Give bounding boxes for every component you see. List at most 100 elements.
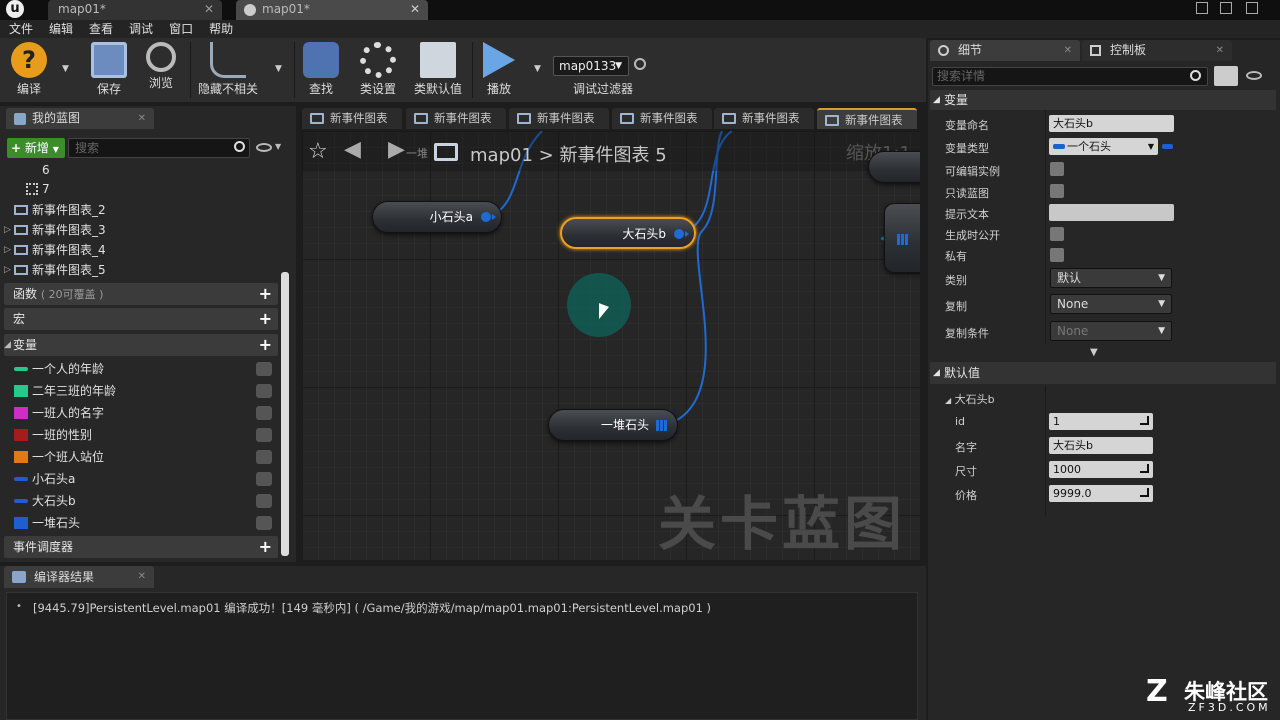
window-tab-1[interactable]: map01* ✕ xyxy=(48,0,222,20)
menu-file[interactable]: 文件 xyxy=(0,20,40,38)
graph-tab[interactable]: 新事件图表 xyxy=(612,108,712,129)
class-defaults-button[interactable]: 类默认值 xyxy=(410,40,466,100)
compiler-results-tab[interactable]: 编译器结果 ✕ xyxy=(4,566,154,588)
output-pin[interactable] xyxy=(481,212,496,222)
add-dispatcher-icon[interactable]: + xyxy=(259,536,272,558)
resize-handle-icon[interactable] xyxy=(1140,488,1149,497)
visibility-eye-icon[interactable] xyxy=(256,428,272,442)
menu-edit[interactable]: 编辑 xyxy=(40,20,80,38)
graph-tab[interactable]: 新事件图表 xyxy=(714,108,814,129)
tree-item[interactable]: 6 xyxy=(0,161,280,179)
var-type-select[interactable]: 一个石头 ▼ xyxy=(1049,138,1158,155)
save-button[interactable]: 保存 xyxy=(86,40,132,100)
output-pin[interactable] xyxy=(674,229,689,239)
menu-view[interactable]: 查看 xyxy=(80,20,120,38)
resize-handle-icon[interactable] xyxy=(1140,464,1149,473)
visibility-eye-icon[interactable] xyxy=(256,472,272,486)
play-options-dropdown[interactable]: ▼ xyxy=(534,64,541,74)
rep-cond-select[interactable]: None xyxy=(1050,321,1172,341)
variable-item[interactable]: 一个人的年龄 xyxy=(0,359,280,379)
compile-button[interactable]: ? 编译 xyxy=(4,40,54,100)
minimize-button[interactable] xyxy=(1196,2,1208,14)
visibility-eye-icon[interactable] xyxy=(256,516,272,530)
menu-help[interactable]: 帮助 xyxy=(200,20,240,38)
visibility-eye-icon[interactable] xyxy=(256,406,272,420)
debug-search-icon[interactable] xyxy=(634,58,646,70)
partial-node[interactable] xyxy=(884,203,920,273)
close-icon[interactable]: ✕ xyxy=(1216,40,1224,61)
graph-tab[interactable]: 新事件图表 xyxy=(302,108,402,129)
category-select[interactable]: 默认 xyxy=(1050,268,1172,288)
palette-tab[interactable]: 控制板 ✕ xyxy=(1082,40,1232,61)
new-add-button[interactable]: + 新增 ▼ xyxy=(7,138,65,158)
graph-tab[interactable]: 新事件图表 xyxy=(406,108,506,129)
close-icon[interactable]: ✕ xyxy=(138,108,146,129)
partial-node[interactable] xyxy=(868,151,920,183)
tree-item[interactable]: ▷ 新事件图表_3 xyxy=(0,220,280,240)
tree-item[interactable]: ▷ 新事件图表_4 xyxy=(0,240,280,260)
my-blueprint-tab[interactable]: 我的蓝图 ✕ xyxy=(6,108,154,129)
size-field[interactable]: 1000 xyxy=(1049,461,1153,478)
add-macro-icon[interactable]: + xyxy=(259,308,272,330)
private-checkbox[interactable] xyxy=(1050,248,1064,262)
window-tab-2[interactable]: map01* ✕ xyxy=(236,0,428,20)
variable-item[interactable]: 大石头b xyxy=(0,491,280,511)
debug-object-select[interactable]: map0133 ▼ xyxy=(553,56,629,76)
functions-section[interactable]: 函数 ( 20可覆盖 ) + xyxy=(4,283,278,305)
visibility-eye-icon[interactable] xyxy=(256,362,272,376)
breadcrumb-root[interactable]: map01 xyxy=(470,145,533,166)
forward-arrow-icon[interactable]: ▶ xyxy=(388,137,405,162)
replication-select[interactable]: None xyxy=(1050,294,1172,314)
tooltip-field[interactable] xyxy=(1049,204,1174,221)
expand-arrow-icon[interactable]: ▷ xyxy=(4,220,11,240)
macros-section[interactable]: 宏 + xyxy=(4,308,278,330)
readonly-checkbox[interactable] xyxy=(1050,184,1064,198)
close-icon[interactable]: ✕ xyxy=(138,566,146,588)
variable-item[interactable]: 一个班人站位 xyxy=(0,447,280,467)
maximize-button[interactable] xyxy=(1220,2,1232,14)
struct-label[interactable]: ◢ 大石头b xyxy=(945,391,995,407)
browse-button[interactable]: 浏览 xyxy=(138,40,184,100)
expand-arrow-icon[interactable]: ▷ xyxy=(4,260,11,280)
variable-node-small-stone[interactable]: 小石头a xyxy=(372,201,502,233)
tree-item[interactable]: ▷ 新事件图表_5 xyxy=(0,260,280,280)
expand-arrow-icon[interactable]: ▷ xyxy=(4,240,11,260)
expose-checkbox[interactable] xyxy=(1050,227,1064,241)
find-button[interactable]: 查找 xyxy=(298,40,344,100)
tree-item[interactable]: 新事件图表_2 xyxy=(0,200,280,220)
name-field[interactable]: 大石头b xyxy=(1049,437,1153,454)
left-scrollbar[interactable] xyxy=(281,272,289,556)
variables-section[interactable]: ◢ 变量 + xyxy=(4,334,278,356)
id-field[interactable]: 1 xyxy=(1049,413,1153,430)
back-arrow-icon[interactable]: ◀ xyxy=(344,137,361,162)
details-search-input[interactable]: 搜索详情 xyxy=(932,67,1208,86)
add-function-icon[interactable]: + xyxy=(259,283,272,305)
compile-options-dropdown[interactable]: ▼ xyxy=(62,64,69,74)
event-dispatchers-section[interactable]: 事件调度器 + xyxy=(4,536,278,558)
array-pin-icon[interactable] xyxy=(897,234,908,245)
add-variable-icon[interactable]: + xyxy=(259,334,272,356)
close-icon[interactable]: ✕ xyxy=(410,0,420,18)
variable-node-big-stone[interactable]: 大石头b xyxy=(560,217,696,249)
graph-tab-active[interactable]: 新事件图表 xyxy=(817,108,917,129)
tree-item[interactable]: 7 xyxy=(0,180,280,198)
variable-item[interactable]: 二年三班的年龄 xyxy=(0,381,280,401)
menu-window[interactable]: 窗口 xyxy=(160,20,200,38)
graph-tab[interactable]: 新事件图表 xyxy=(509,108,609,129)
grid-view-icon[interactable] xyxy=(1214,66,1238,86)
variable-item[interactable]: 小石头a xyxy=(0,469,280,489)
visibility-eye-icon[interactable] xyxy=(256,143,272,152)
price-field[interactable]: 9999.0 xyxy=(1049,485,1153,502)
array-pin-icon[interactable] xyxy=(656,420,667,431)
collapse-arrow-icon[interactable]: ◢ xyxy=(4,334,11,356)
close-icon[interactable]: ✕ xyxy=(1064,40,1072,61)
container-type-icon[interactable] xyxy=(1162,144,1173,149)
variable-section-header[interactable]: ◢ 变量 xyxy=(930,90,1276,110)
var-name-field[interactable]: 大石头b xyxy=(1049,115,1174,132)
play-button[interactable]: 播放 xyxy=(476,40,522,100)
variable-item[interactable]: 一班的性别 xyxy=(0,425,280,445)
favorite-star-icon[interactable]: ☆ xyxy=(308,139,328,164)
visibility-eye-icon[interactable] xyxy=(256,494,272,508)
visibility-eye-icon[interactable] xyxy=(1246,71,1262,80)
hide-unrelated-button[interactable]: 隐藏不相关 xyxy=(196,40,260,100)
